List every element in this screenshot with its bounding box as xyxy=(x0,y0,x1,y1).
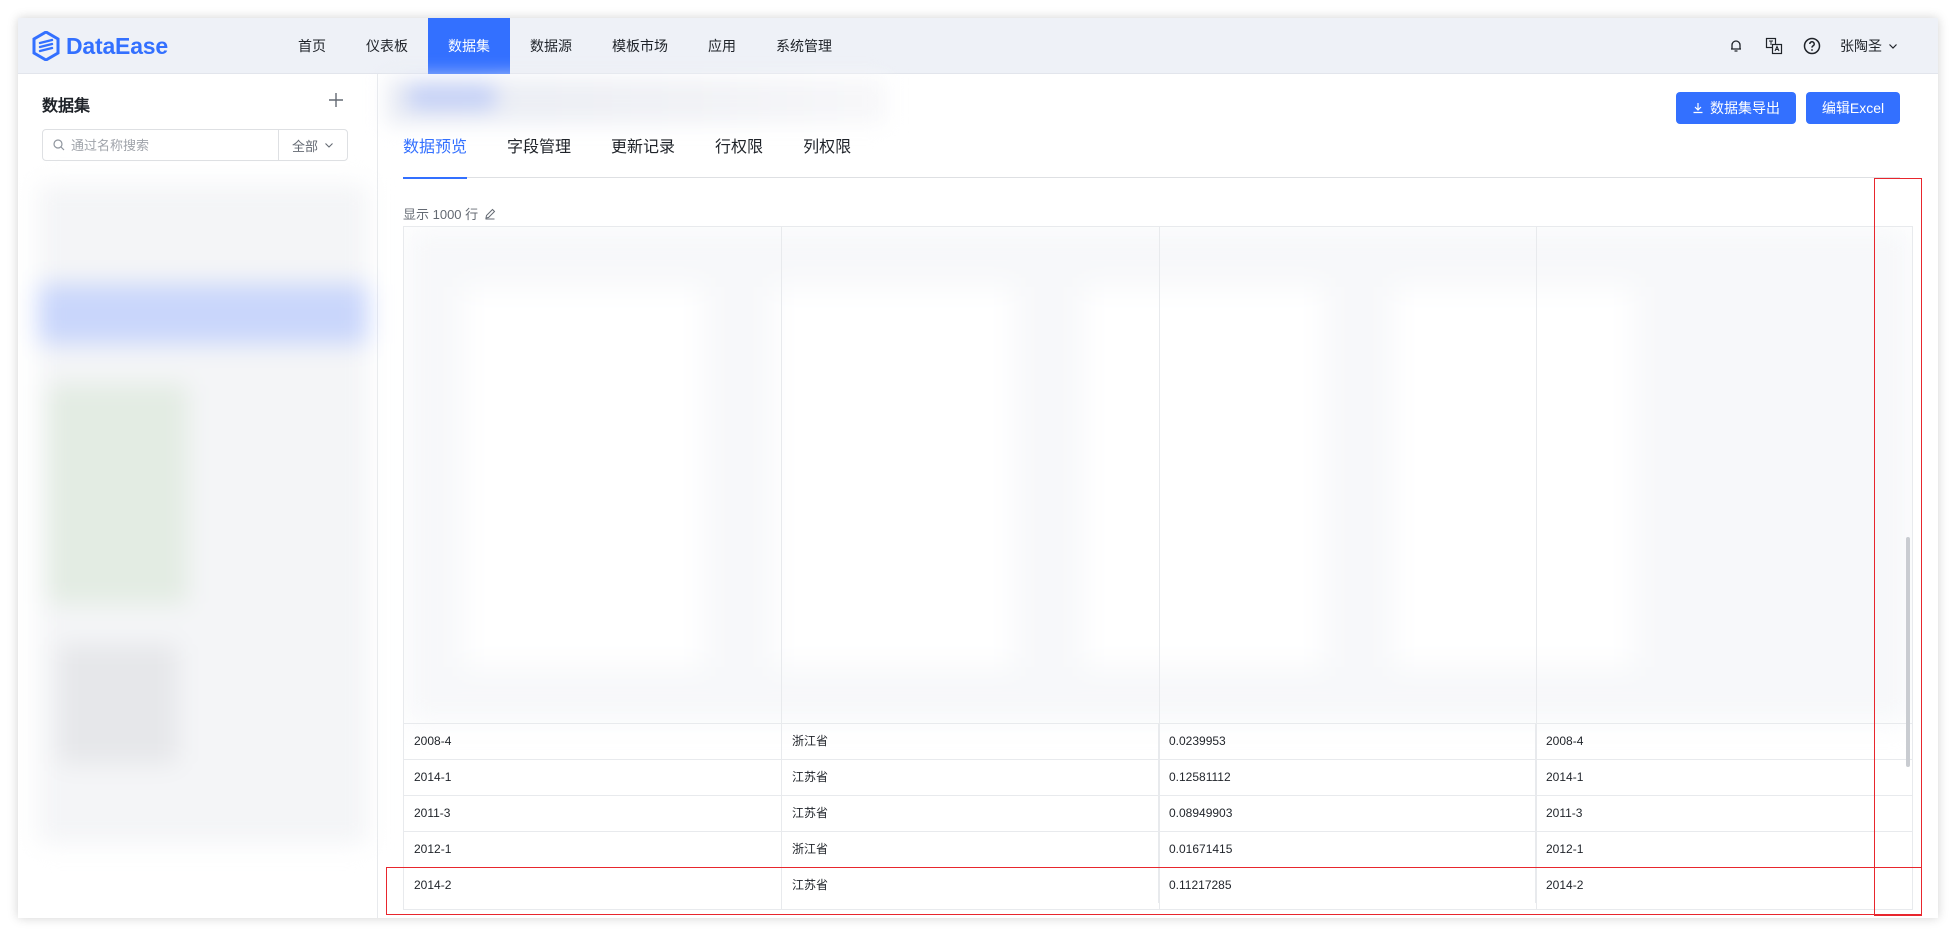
add-dataset-button[interactable] xyxy=(324,88,348,112)
main-nav: 首页 仪表板 数据集 数据源 模板市场 应用 系统管理 xyxy=(278,18,852,74)
nav-item-dataset[interactable]: 数据集 xyxy=(428,18,510,74)
chevron-down-icon xyxy=(1889,44,1897,49)
tab-row-permissions[interactable]: 行权限 xyxy=(715,134,763,178)
table-cell: 2014-2 xyxy=(414,878,452,892)
table-cell: 0.12581112 xyxy=(1158,760,1535,795)
chevron-down-icon xyxy=(325,143,333,148)
user-menu[interactable]: 张陶圣 xyxy=(1840,36,1898,56)
app-window: DataEase 首页 仪表板 数据集 数据源 模板市场 应用 系统管理 张陶圣 xyxy=(18,18,1938,918)
nav-item-apps[interactable]: 应用 xyxy=(688,18,756,74)
table-cell: 2014-2 xyxy=(1535,868,1912,903)
dataset-tabs: 数据预览 字段管理 更新记录 行权限 列权限 xyxy=(403,134,1900,179)
table-row: 2011-3 江苏省 0.08949903 2011-3 xyxy=(404,795,1912,831)
table-cell: 浙江省 xyxy=(781,724,1158,759)
edit-excel-button[interactable]: 编辑Excel xyxy=(1806,92,1900,124)
main-content: 数据集导出 编辑Excel 数据预览 字段管理 更新记录 行权限 列权限 显示 … xyxy=(379,74,1938,918)
tab-update-records[interactable]: 更新记录 xyxy=(611,134,675,178)
nav-item-dashboard[interactable]: 仪表板 xyxy=(346,18,428,74)
table-cell: 江苏省 xyxy=(781,760,1158,795)
table-cell: 0.0239953 xyxy=(1158,724,1535,759)
row-count: 显示 1000 行 xyxy=(403,204,496,223)
table-row: 2008-4 浙江省 0.0239953 2008-4 xyxy=(404,723,1912,759)
table-cell: 江苏省 xyxy=(781,868,1158,903)
search-input-wrapper xyxy=(43,130,279,160)
blurred-dataset-name xyxy=(387,78,887,124)
table-cell: 2008-4 xyxy=(414,734,452,748)
table-cell: 2014-1 xyxy=(414,770,452,784)
blurred-dataset-tree xyxy=(38,184,368,844)
tab-data-preview[interactable]: 数据预览 xyxy=(403,134,468,179)
dataset-search: 全部 xyxy=(42,129,348,161)
export-button-label: 数据集导出 xyxy=(1710,100,1780,116)
username: 张陶圣 xyxy=(1840,38,1882,54)
search-icon xyxy=(53,139,65,151)
sidebar-title: 数据集 xyxy=(42,98,91,115)
table-cell: 2014-1 xyxy=(1535,760,1912,795)
table-cell: 2011-3 xyxy=(414,806,451,820)
nav-item-system-admin[interactable]: 系统管理 xyxy=(756,18,852,74)
row-count-label: 显示 1000 行 xyxy=(403,207,479,222)
table-cell: 浙江省 xyxy=(781,832,1158,867)
translate-icon[interactable] xyxy=(1764,36,1784,56)
dataease-logo-icon xyxy=(32,31,60,61)
tab-field-management[interactable]: 字段管理 xyxy=(507,134,571,178)
scrollbar-thumb[interactable] xyxy=(1906,537,1910,767)
header-actions: 张陶圣 xyxy=(1726,18,1898,74)
download-icon xyxy=(1693,103,1703,114)
bell-icon[interactable] xyxy=(1726,36,1746,56)
table-cell: 江苏省 xyxy=(781,796,1158,831)
search-input[interactable] xyxy=(71,137,271,153)
plus-icon xyxy=(329,93,343,107)
help-icon[interactable] xyxy=(1802,36,1822,56)
table-cell: 0.11217285 xyxy=(1158,868,1535,903)
logo-text: DataEase xyxy=(66,32,168,59)
table-cell: 2008-4 xyxy=(1535,724,1912,759)
table-cell: 0.08949903 xyxy=(1158,796,1535,831)
table-cell: 2012-1 xyxy=(1535,832,1912,867)
table-row: 2012-1 浙江省 0.01671415 2012-1 xyxy=(404,831,1912,867)
table-cell: 0.01671415 xyxy=(1158,832,1535,867)
table-body: 2008-4 浙江省 0.0239953 2008-4 2014-1 江苏省 0… xyxy=(404,723,1912,903)
export-dataset-button[interactable]: 数据集导出 xyxy=(1676,92,1796,124)
nav-item-home[interactable]: 首页 xyxy=(278,18,346,74)
top-navbar: DataEase 首页 仪表板 数据集 数据源 模板市场 应用 系统管理 张陶圣 xyxy=(18,18,1938,74)
search-filter-select[interactable]: 全部 xyxy=(279,130,347,160)
nav-item-template-market[interactable]: 模板市场 xyxy=(592,18,688,74)
filter-label: 全部 xyxy=(291,138,318,154)
dataset-sidebar: 数据集 全部 xyxy=(18,74,378,918)
tab-column-permissions[interactable]: 列权限 xyxy=(803,134,851,178)
data-preview-table: 2008-4 浙江省 0.0239953 2008-4 2014-1 江苏省 0… xyxy=(403,226,1913,910)
logo[interactable]: DataEase xyxy=(32,28,168,64)
table-cell: 2011-3 xyxy=(1535,796,1912,831)
table-row: 2014-1 江苏省 0.12581112 2014-1 xyxy=(404,759,1912,795)
edit-icon[interactable] xyxy=(484,208,496,220)
table-cell: 2012-1 xyxy=(414,842,452,856)
table-vertical-scrollbar[interactable] xyxy=(1900,227,1912,909)
table-row: 2014-2 江苏省 0.11217285 2014-2 xyxy=(404,867,1912,903)
nav-item-datasource[interactable]: 数据源 xyxy=(510,18,592,74)
